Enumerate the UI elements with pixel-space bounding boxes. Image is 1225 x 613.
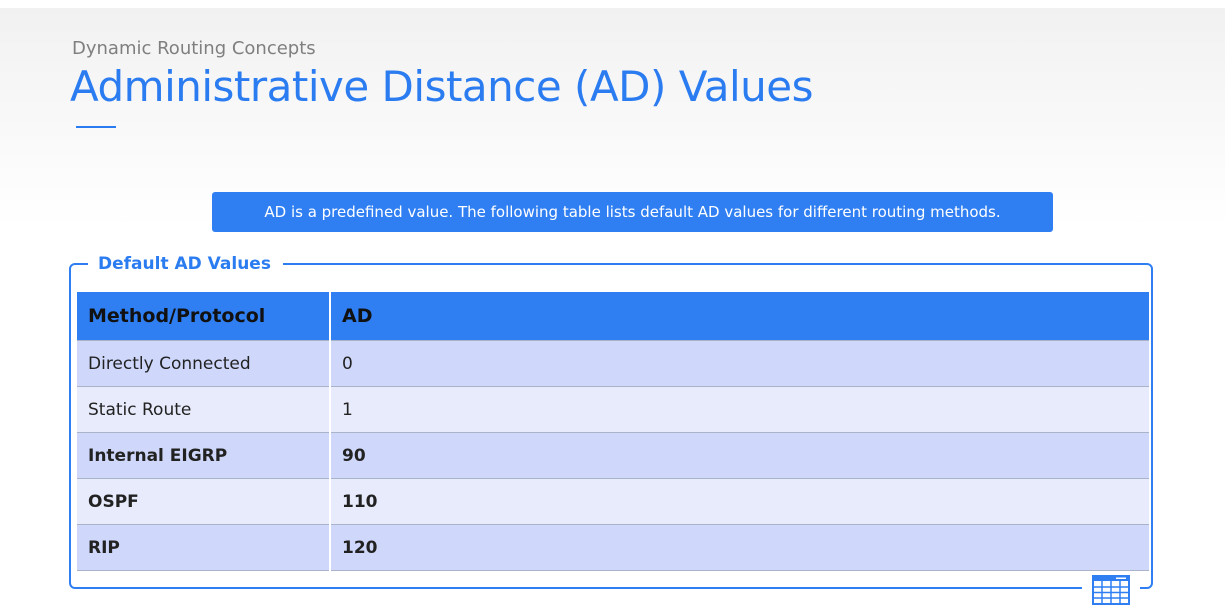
method-cell: RIP [77,524,331,571]
table-header-row: Method/Protocol AD [77,292,1149,341]
table-row: Internal EIGRP 90 [77,432,1149,479]
top-strip [0,0,1225,8]
method-cell: Static Route [77,386,331,433]
ad-values-table: Method/Protocol AD Directly Connected 0 … [77,292,1149,571]
panel-legend: Default AD Values [88,252,283,276]
table-row: Directly Connected 0 [77,340,1149,387]
column-header-method: Method/Protocol [77,292,331,341]
method-cell: Internal EIGRP [77,432,331,479]
column-header-ad: AD [330,292,1149,341]
method-cell: OSPF [77,478,331,525]
section-subtitle: Dynamic Routing Concepts [72,38,316,59]
ad-cell: 1 [330,386,1149,433]
page-title: Administrative Distance (AD) Values [70,62,813,111]
ad-cell: 110 [330,478,1149,525]
ad-cell: 90 [330,432,1149,479]
table-icon-wrapper [1082,574,1140,606]
ad-cell: 120 [330,524,1149,571]
table-icon [1092,575,1130,605]
table-row: RIP 120 [77,524,1149,571]
info-banner: AD is a predefined value. The following … [212,192,1053,232]
title-underline [76,126,116,128]
ad-cell: 0 [330,340,1149,387]
table-row: OSPF 110 [77,478,1149,525]
method-cell: Directly Connected [77,340,331,387]
table-row: Static Route 1 [77,386,1149,433]
